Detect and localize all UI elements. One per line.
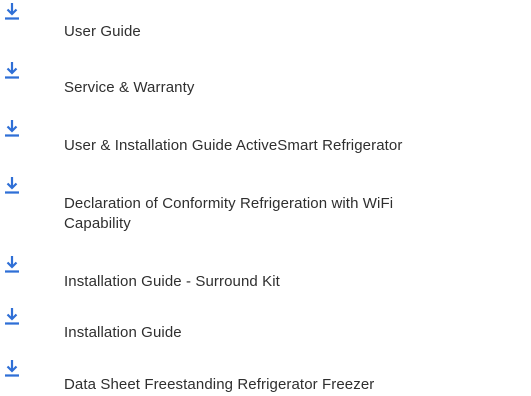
download-label[interactable]: Service & Warranty bbox=[64, 78, 531, 98]
document-download-list: User Guide Service & Warranty User & Ins… bbox=[0, 0, 531, 396]
download-link-service-warranty[interactable]: Service & Warranty bbox=[0, 61, 531, 101]
download-label[interactable]: Declaration of Conformity Refrigeration … bbox=[64, 194, 464, 234]
download-icon[interactable] bbox=[4, 255, 20, 273]
download-icon[interactable] bbox=[4, 119, 20, 137]
download-link-user-installation-guide-activesmart[interactable]: User & Installation Guide ActiveSmart Re… bbox=[0, 119, 531, 159]
download-icon[interactable] bbox=[4, 307, 20, 325]
download-icon[interactable] bbox=[4, 176, 20, 194]
download-label[interactable]: User & Installation Guide ActiveSmart Re… bbox=[64, 136, 531, 156]
download-link-user-guide[interactable]: User Guide bbox=[0, 2, 531, 42]
download-label[interactable]: Installation Guide - Surround Kit bbox=[64, 272, 531, 292]
download-link-declaration-of-conformity[interactable]: Declaration of Conformity Refrigeration … bbox=[0, 176, 531, 236]
download-link-data-sheet-freestanding[interactable]: Data Sheet Freestanding Refrigerator Fre… bbox=[0, 339, 531, 393]
download-label[interactable]: Data Sheet Freestanding Refrigerator Fre… bbox=[64, 375, 531, 395]
download-icon[interactable] bbox=[4, 2, 20, 20]
download-link-installation-guide-surround-kit[interactable]: Installation Guide - Surround Kit bbox=[0, 255, 531, 295]
download-icon[interactable] bbox=[4, 359, 20, 377]
download-label[interactable]: User Guide bbox=[64, 22, 531, 42]
download-icon[interactable] bbox=[4, 61, 20, 79]
